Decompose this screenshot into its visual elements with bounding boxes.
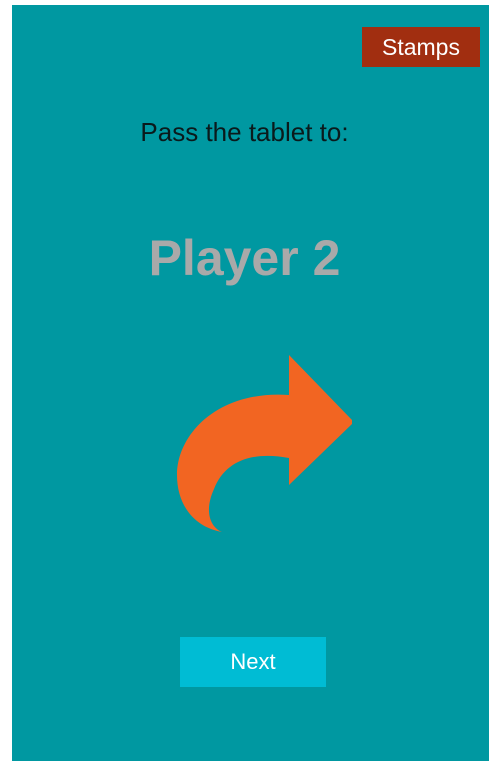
stamps-button[interactable]: Stamps <box>362 27 480 67</box>
share-forward-arrow-icon <box>177 355 352 532</box>
pass-tablet-screen: Stamps Pass the tablet to: Player 2 Next <box>12 5 489 761</box>
next-button[interactable]: Next <box>180 637 326 687</box>
pass-tablet-prompt: Pass the tablet to: <box>140 117 349 147</box>
player-name: Player 2 <box>148 230 341 286</box>
